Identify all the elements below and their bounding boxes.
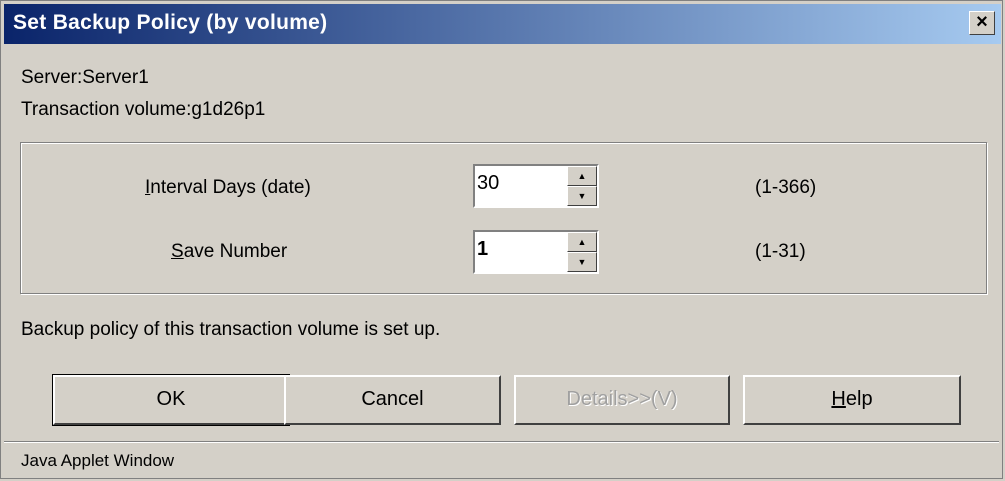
save-number-spinner[interactable]: 1 ▲ ▼ <box>473 230 599 274</box>
status-message: Backup policy of this transaction volume… <box>21 319 441 340</box>
interval-days-label: Interval Days (date) <box>145 177 311 199</box>
cancel-button[interactable]: Cancel <box>284 375 501 425</box>
applet-footer: Java Applet Window <box>21 451 175 470</box>
save-number-mnemonic: S <box>171 241 184 262</box>
transaction-volume-label: Transaction volume:g1d26p1 <box>21 99 266 120</box>
arrow-up-icon: ▲ <box>577 171 587 181</box>
policy-panel: Interval Days (date) 30 ▲ ▼ (1-366) Save… <box>20 142 987 294</box>
save-number-up-button[interactable]: ▲ <box>567 232 597 252</box>
interval-days-spin-buttons: ▲ ▼ <box>567 166 597 206</box>
interval-days-label-text: nterval Days (date) <box>150 177 311 198</box>
save-number-spin-buttons: ▲ ▼ <box>567 232 597 272</box>
close-icon: × <box>976 11 988 33</box>
dialog-title: Set Backup Policy (by volume) <box>13 11 328 34</box>
interval-days-range: (1-366) <box>755 177 817 198</box>
save-number-down-button[interactable]: ▼ <box>567 252 597 272</box>
arrow-down-icon: ▼ <box>577 257 587 267</box>
help-label-text: elp <box>845 388 873 410</box>
interval-days-input[interactable]: 30 <box>477 172 499 195</box>
details-button[interactable]: Details>>(V) <box>514 375 730 425</box>
save-number-range: (1-31) <box>755 241 806 262</box>
help-mnemonic: H <box>831 388 846 410</box>
arrow-up-icon: ▲ <box>577 237 587 247</box>
interval-days-spinner[interactable]: 30 ▲ ▼ <box>473 164 599 208</box>
interval-days-up-button[interactable]: ▲ <box>567 166 597 186</box>
save-number-input[interactable]: 1 <box>477 238 488 261</box>
save-number-label-text: ave Number <box>183 241 288 262</box>
arrow-down-icon: ▼ <box>577 191 587 201</box>
close-button[interactable]: × <box>969 11 995 35</box>
dialog-window: Set Backup Policy (by volume) × Server:S… <box>0 0 1003 479</box>
save-number-label: Save Number <box>171 241 287 263</box>
interval-days-down-button[interactable]: ▼ <box>567 186 597 206</box>
title-bar[interactable]: Set Backup Policy (by volume) × <box>4 4 1001 44</box>
help-button[interactable]: Help <box>743 375 961 425</box>
ok-button[interactable]: OK <box>52 374 290 426</box>
footer-divider <box>4 441 999 443</box>
server-label: Server:Server1 <box>21 67 149 88</box>
